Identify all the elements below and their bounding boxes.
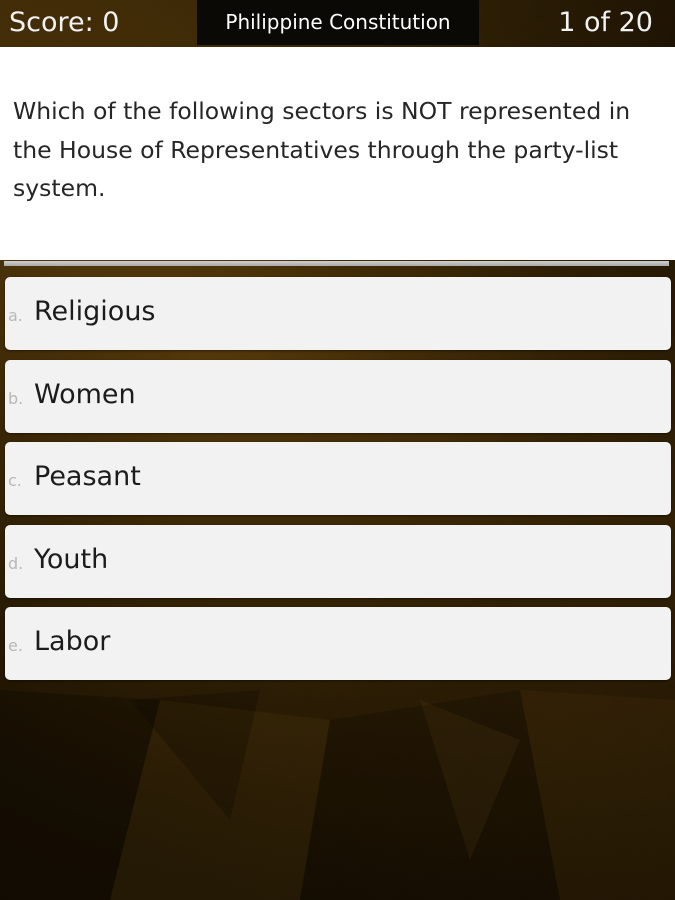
divider: [4, 261, 669, 266]
quiz-title: Philippine Constitution: [197, 0, 479, 45]
answer-option-e[interactable]: e. Labor: [5, 607, 671, 680]
answer-label: Labor: [34, 626, 111, 657]
question-text: Which of the following sectors is NOT re…: [13, 97, 631, 202]
answer-letter: a.: [8, 306, 23, 325]
answer-label: Peasant: [34, 461, 141, 492]
answer-option-a[interactable]: a. Religious: [5, 277, 671, 350]
answer-letter: e.: [8, 636, 23, 655]
answer-option-d[interactable]: d. Youth: [5, 524, 671, 598]
answer-letter: b.: [8, 388, 24, 408]
answer-label: Religious: [34, 296, 156, 327]
answer-letter: d.: [8, 553, 24, 573]
answer-label: Women: [34, 378, 136, 410]
answer-option-b[interactable]: b. Women: [5, 359, 671, 433]
answer-list: a. Religious b. Women c. Peasant d. Yout…: [5, 277, 671, 690]
question-progress: 1 of 20: [558, 7, 653, 38]
answer-letter: c.: [8, 471, 22, 490]
score-display: Score: 0: [9, 7, 120, 38]
question-panel: Which of the following sectors is NOT re…: [0, 47, 675, 260]
answer-label: Youth: [34, 543, 109, 575]
top-bar: Score: 0 Philippine Constitution 1 of 20: [0, 0, 675, 46]
answer-option-c[interactable]: c. Peasant: [5, 442, 671, 515]
